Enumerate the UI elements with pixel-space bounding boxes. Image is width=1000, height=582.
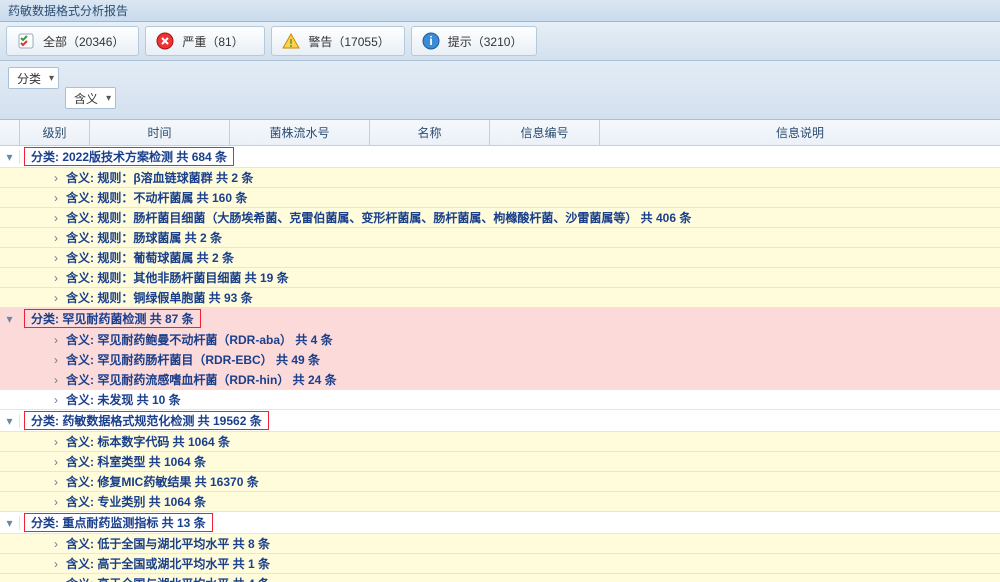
subgroup-title: 含义: 标本数字代码 共 1064 条 (64, 433, 230, 450)
expand-toggle[interactable]: › (48, 455, 64, 469)
col-time[interactable]: 时间 (90, 120, 230, 145)
subgroup-row[interactable]: ›含义: 修复MIC药敏结果 共 16370 条 (0, 472, 1000, 492)
expand-toggle[interactable]: › (48, 475, 64, 489)
subgroup-row[interactable]: ›含义: 规则：葡萄球菌属 共 2 条 (0, 248, 1000, 268)
expand-toggle[interactable]: › (48, 171, 64, 185)
subgroup-title: 含义: 规则：肠球菌属 共 2 条 (64, 229, 222, 246)
group-row[interactable]: ▾ 分类: 药敏数据格式规范化检测 共 19562 条 (0, 410, 1000, 432)
error-icon (156, 32, 174, 50)
subgroup-row[interactable]: ›含义: 罕见耐药肠杆菌目（RDR-EBC） 共 49 条 (0, 350, 1000, 370)
filter-warn-button[interactable]: 警告（17055） (271, 26, 404, 56)
expand-toggle[interactable]: › (48, 291, 64, 305)
subgroup-title: 含义: 高于全国与湖北平均水平 共 4 条 (64, 575, 270, 582)
subgroup-row[interactable]: ›含义: 专业类别 共 1064 条 (0, 492, 1000, 512)
subgroup-row[interactable]: ›含义: 规则：肠杆菌目细菌（大肠埃希菌、克雷伯菌属、变形杆菌属、肠杆菌属、枸橼… (0, 208, 1000, 228)
table-body[interactable]: ▾分类: 2022版技术方案检测 共 684 条›含义: 规则：β溶血链球菌群 … (0, 146, 1000, 582)
toolbar: 全部（20346） 严重（81） 警告（17055） i 提示（3210） (0, 22, 1000, 61)
col-level[interactable]: 级别 (20, 120, 90, 145)
expand-toggle[interactable]: › (48, 393, 64, 407)
subgroup-row[interactable]: ›含义: 规则：其他非肠杆菌目细菌 共 19 条 (0, 268, 1000, 288)
filter-hint-label: 提示（3210） (448, 33, 523, 50)
expand-toggle[interactable]: ▾ (0, 312, 20, 326)
filter-bar: 分类 ▾ 含义 ▾ (0, 61, 1000, 120)
col-info-desc[interactable]: 信息说明 (600, 120, 1000, 145)
filter-severe-label: 严重（81） (182, 33, 243, 50)
subgroup-title: 含义: 罕见耐药鲍曼不动杆菌（RDR-aba） 共 4 条 (64, 331, 333, 348)
col-name[interactable]: 名称 (370, 120, 490, 145)
subgroup-row[interactable]: ›含义: 高于全国或湖北平均水平 共 1 条 (0, 554, 1000, 574)
expand-toggle[interactable]: ▾ (0, 150, 20, 164)
subgroup-title: 含义: 科室类型 共 1064 条 (64, 453, 206, 470)
groupby-combo[interactable]: 分类 ▾ (8, 67, 59, 89)
subgroup-row[interactable]: ›含义: 规则：肠球菌属 共 2 条 (0, 228, 1000, 248)
group-row[interactable]: ▾ 分类: 重点耐药监测指标 共 13 条 (0, 512, 1000, 534)
expand-toggle[interactable]: › (48, 333, 64, 347)
expand-toggle[interactable]: › (48, 211, 64, 225)
group-row[interactable]: ▾ 分类: 2022版技术方案检测 共 684 条 (0, 146, 1000, 168)
subgroup-row[interactable]: ›含义: 未发现 共 10 条 (0, 390, 1000, 410)
subgroup-title: 含义: 低于全国与湖北平均水平 共 8 条 (64, 535, 270, 552)
expand-toggle[interactable]: › (48, 271, 64, 285)
subgroup-title: 含义: 规则：铜绿假单胞菌 共 93 条 (64, 289, 253, 306)
filter-all-button[interactable]: 全部（20346） (6, 26, 139, 56)
subgroup-combo[interactable]: 含义 ▾ (65, 87, 116, 109)
subgroup-row[interactable]: ›含义: 标本数字代码 共 1064 条 (0, 432, 1000, 452)
subgroup-row[interactable]: ›含义: 低于全国与湖北平均水平 共 8 条 (0, 534, 1000, 554)
warning-icon (282, 32, 300, 50)
subgroup-title: 含义: 专业类别 共 1064 条 (64, 493, 206, 510)
expand-toggle[interactable]: ▾ (0, 516, 20, 530)
svg-text:i: i (429, 34, 432, 48)
col-strain[interactable]: 菌株流水号 (230, 120, 370, 145)
subgroup-row[interactable]: ›含义: 罕见耐药流感嗜血杆菌（RDR-hin） 共 24 条 (0, 370, 1000, 390)
expand-toggle[interactable]: › (48, 577, 64, 582)
expand-toggle[interactable]: › (48, 435, 64, 449)
expand-toggle[interactable]: › (48, 231, 64, 245)
group-title: 分类: 2022版技术方案检测 共 684 条 (24, 147, 234, 166)
group-title: 分类: 罕见耐药菌检测 共 87 条 (24, 309, 201, 328)
expand-toggle[interactable]: › (48, 537, 64, 551)
group-title: 分类: 药敏数据格式规范化检测 共 19562 条 (24, 411, 269, 430)
subgroup-title: 含义: 规则：其他非肠杆菌目细菌 共 19 条 (64, 269, 289, 286)
subgroup-row[interactable]: ›含义: 规则：β溶血链球菌群 共 2 条 (0, 168, 1000, 188)
expand-toggle[interactable]: › (48, 557, 64, 571)
subgroup-value: 含义 (74, 90, 98, 107)
expand-toggle[interactable]: › (48, 353, 64, 367)
subgroup-row[interactable]: ›含义: 规则：铜绿假单胞菌 共 93 条 (0, 288, 1000, 308)
expand-toggle[interactable]: › (48, 495, 64, 509)
subgroup-title: 含义: 规则：不动杆菌属 共 160 条 (64, 189, 247, 206)
subgroup-title: 含义: 罕见耐药肠杆菌目（RDR-EBC） 共 49 条 (64, 351, 320, 368)
checklist-icon (17, 32, 35, 50)
subgroup-title: 含义: 高于全国或湖北平均水平 共 1 条 (64, 555, 270, 572)
expand-toggle[interactable]: › (48, 191, 64, 205)
groupby-value: 分类 (17, 70, 41, 87)
col-gutter (0, 120, 20, 145)
subgroup-title: 含义: 未发现 共 10 条 (64, 391, 181, 408)
subgroup-title: 含义: 修复MIC药敏结果 共 16370 条 (64, 473, 259, 490)
info-icon: i (422, 32, 440, 50)
filter-warn-label: 警告（17055） (308, 33, 389, 50)
expand-toggle[interactable]: › (48, 373, 64, 387)
filter-severe-button[interactable]: 严重（81） (145, 26, 265, 56)
chevron-down-icon: ▾ (106, 93, 111, 104)
table-header: 级别 时间 菌株流水号 名称 信息编号 信息说明 (0, 120, 1000, 146)
subgroup-title: 含义: 规则：β溶血链球菌群 共 2 条 (64, 169, 253, 186)
group-row[interactable]: ▾ 分类: 罕见耐药菌检测 共 87 条 (0, 308, 1000, 330)
subgroup-title: 含义: 规则：葡萄球菌属 共 2 条 (64, 249, 234, 266)
filter-all-label: 全部（20346） (43, 33, 124, 50)
subgroup-row[interactable]: ›含义: 科室类型 共 1064 条 (0, 452, 1000, 472)
col-info-no[interactable]: 信息编号 (490, 120, 600, 145)
subgroup-row[interactable]: ›含义: 高于全国与湖北平均水平 共 4 条 (0, 574, 1000, 582)
chevron-down-icon: ▾ (49, 73, 54, 84)
window-title: 药敏数据格式分析报告 (0, 0, 1000, 22)
subgroup-title: 含义: 罕见耐药流感嗜血杆菌（RDR-hin） 共 24 条 (64, 371, 337, 388)
filter-hint-button[interactable]: i 提示（3210） (411, 26, 538, 56)
subgroup-row[interactable]: ›含义: 规则：不动杆菌属 共 160 条 (0, 188, 1000, 208)
group-title: 分类: 重点耐药监测指标 共 13 条 (24, 513, 213, 532)
expand-toggle[interactable]: › (48, 251, 64, 265)
subgroup-row[interactable]: ›含义: 罕见耐药鲍曼不动杆菌（RDR-aba） 共 4 条 (0, 330, 1000, 350)
expand-toggle[interactable]: ▾ (0, 414, 20, 428)
subgroup-title: 含义: 规则：肠杆菌目细菌（大肠埃希菌、克雷伯菌属、变形杆菌属、肠杆菌属、枸橼酸… (64, 209, 691, 226)
